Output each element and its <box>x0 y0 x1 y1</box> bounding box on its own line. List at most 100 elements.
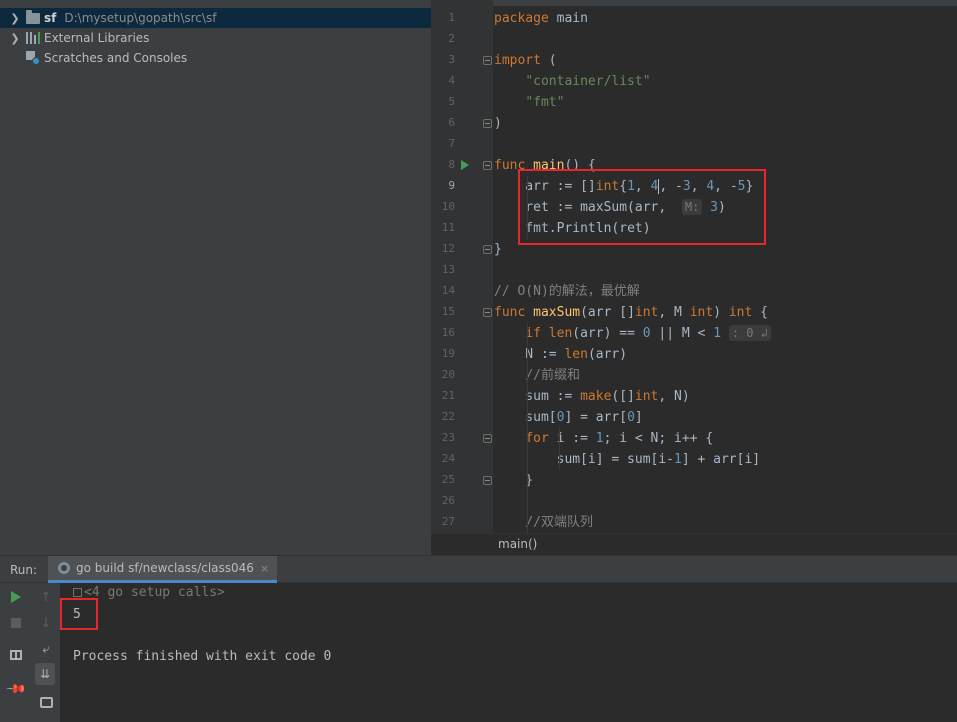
code-line[interactable]: package main <box>494 8 588 29</box>
console-toolbar: ↑ ↓ ⤶ ⇊ <box>32 583 60 722</box>
close-icon[interactable]: × <box>260 562 269 575</box>
print-button[interactable] <box>36 692 56 712</box>
line-number: 22 <box>441 410 455 423</box>
line-number: 4 <box>448 74 455 87</box>
arrow-down-icon: ↓ <box>40 615 52 631</box>
stop-icon <box>11 618 21 628</box>
line-number: 5 <box>448 95 455 108</box>
code-line[interactable]: sum := make([]int, N) <box>494 386 689 407</box>
fold-marker-icon[interactable] <box>483 161 492 170</box>
code-line[interactable]: //前缀和 <box>494 365 580 386</box>
line-number: 8 <box>448 158 455 171</box>
tree-item-scratches[interactable]: ❯ Scratches and Consoles <box>0 48 431 68</box>
expand-icon[interactable] <box>73 588 82 597</box>
tree-item-external-libraries[interactable]: ❯ External Libraries <box>0 28 431 48</box>
line-number: 3 <box>448 53 455 66</box>
fold-marker-icon[interactable] <box>483 476 492 485</box>
soft-wrap-icon: ⤶ <box>42 641 50 657</box>
code-line[interactable]: // O(N)的解法，最优解 <box>494 281 640 302</box>
tab-run-config[interactable]: go build sf/newclass/class046 × <box>48 556 278 583</box>
chevron-right-icon[interactable]: ❯ <box>8 12 22 25</box>
rerun-button[interactable] <box>6 587 26 607</box>
line-number: 6 <box>448 116 455 129</box>
code-line[interactable]: import ( <box>494 50 557 71</box>
run-toolbar: 📌 <box>0 583 32 722</box>
indent-guide <box>559 428 560 470</box>
arrow-up-icon: ↑ <box>40 589 52 605</box>
pin-icon: 📌 <box>4 677 28 701</box>
line-number: 7 <box>448 137 455 150</box>
code-line[interactable]: } <box>494 239 502 260</box>
scroll-down-button[interactable]: ↓ <box>36 613 56 633</box>
line-number: 11 <box>441 221 455 234</box>
folder-icon <box>26 9 40 24</box>
line-number: 12 <box>441 242 455 255</box>
line-number: 23 <box>441 431 455 444</box>
editor-gutter: 1 2 3 4 5 6 7 8 9 10 11 12 13 14 15 16 19 20 21 22 23 24 25 26 2… <box>431 0 493 533</box>
tree-item-path: D:\mysetup\gopath\src\sf <box>64 11 217 25</box>
fold-marker-icon[interactable] <box>483 245 492 254</box>
code-line[interactable]: if len(arr) == 0 || M < 1 : 0 ↲ <box>494 323 771 344</box>
fold-marker-icon[interactable] <box>483 119 492 128</box>
code-line[interactable]: func maxSum(arr []int, M int) int { <box>494 302 768 323</box>
scroll-to-end-icon: ⇊ <box>35 663 55 685</box>
line-number: 24 <box>441 452 455 465</box>
code-line[interactable]: //双端队列 <box>494 512 593 533</box>
indent-guide <box>527 323 528 533</box>
fold-marker-icon[interactable] <box>483 56 492 65</box>
print-icon <box>39 696 53 708</box>
line-number: 10 <box>441 200 455 213</box>
editor-breadcrumb[interactable]: main() <box>431 533 957 555</box>
library-icon <box>26 32 40 44</box>
stop-button[interactable] <box>6 613 26 633</box>
breadcrumb-item[interactable]: main() <box>498 537 537 551</box>
project-panel-header <box>0 0 431 6</box>
tree-item-label: Scratches and Consoles <box>44 51 188 65</box>
line-number: 2 <box>448 32 455 45</box>
code-line[interactable]: ) <box>494 113 502 134</box>
line-number: 9 <box>448 179 455 192</box>
code-line[interactable]: N := len(arr) <box>494 344 627 365</box>
project-panel: ❯ sf D:\mysetup\gopath\src\sf ❯ External… <box>0 0 431 555</box>
tab-label: go build sf/newclass/class046 <box>76 561 254 575</box>
soft-wrap-button[interactable]: ⤶ <box>36 639 56 659</box>
fold-marker-icon[interactable] <box>483 308 492 317</box>
scroll-up-button[interactable]: ↑ <box>36 587 56 607</box>
layout-icon <box>10 650 22 660</box>
code-line[interactable]: "container/list" <box>494 71 650 92</box>
code-editor[interactable]: 1 2 3 4 5 6 7 8 9 10 11 12 13 14 15 16 19 20 21 22 23 24 25 26 2… <box>431 0 957 533</box>
chevron-right-icon[interactable]: ❯ <box>8 32 22 45</box>
code-line[interactable]: sum[i] = sum[i-1] + arr[i] <box>494 449 761 470</box>
line-number: 27 <box>441 515 455 528</box>
line-number: 1 <box>448 11 455 24</box>
fold-marker-icon[interactable] <box>483 434 492 443</box>
scroll-to-end-button[interactable]: ⇊ <box>35 663 55 685</box>
line-number: 20 <box>441 368 455 381</box>
tree-item-label: sf <box>44 11 57 25</box>
layout-button[interactable] <box>6 645 26 665</box>
line-number: 15 <box>441 305 455 318</box>
scratches-icon <box>26 51 40 65</box>
annotation-highlight-box <box>518 169 766 245</box>
line-number: 14 <box>441 284 455 297</box>
line-number: 19 <box>441 347 455 360</box>
run-panel-header: Run: go build sf/newclass/class046 × <box>0 555 957 583</box>
annotation-output-box <box>60 598 98 630</box>
code-line[interactable]: sum[0] = arr[0] <box>494 407 642 428</box>
tree-item-sf[interactable]: ❯ sf D:\mysetup\gopath\src\sf <box>0 8 431 28</box>
line-number: 13 <box>441 263 455 276</box>
play-icon <box>11 591 21 603</box>
run-label: Run: <box>10 563 38 577</box>
setup-calls-text: <4 go setup calls> <box>84 585 225 600</box>
console-output-area[interactable]: <4 go setup calls> 5 Process finished wi… <box>60 583 957 722</box>
line-number: 21 <box>441 389 455 402</box>
pin-button[interactable]: 📌 <box>4 677 28 701</box>
line-number: 26 <box>441 494 455 507</box>
exit-message: Process finished with exit code 0 <box>73 649 332 664</box>
code-line[interactable]: "fmt" <box>494 92 564 113</box>
go-icon <box>58 562 70 574</box>
editor-tabs <box>431 0 957 6</box>
line-number: 16 <box>441 326 455 339</box>
run-gutter-icon[interactable] <box>461 160 469 170</box>
tree-item-label: External Libraries <box>44 31 150 45</box>
